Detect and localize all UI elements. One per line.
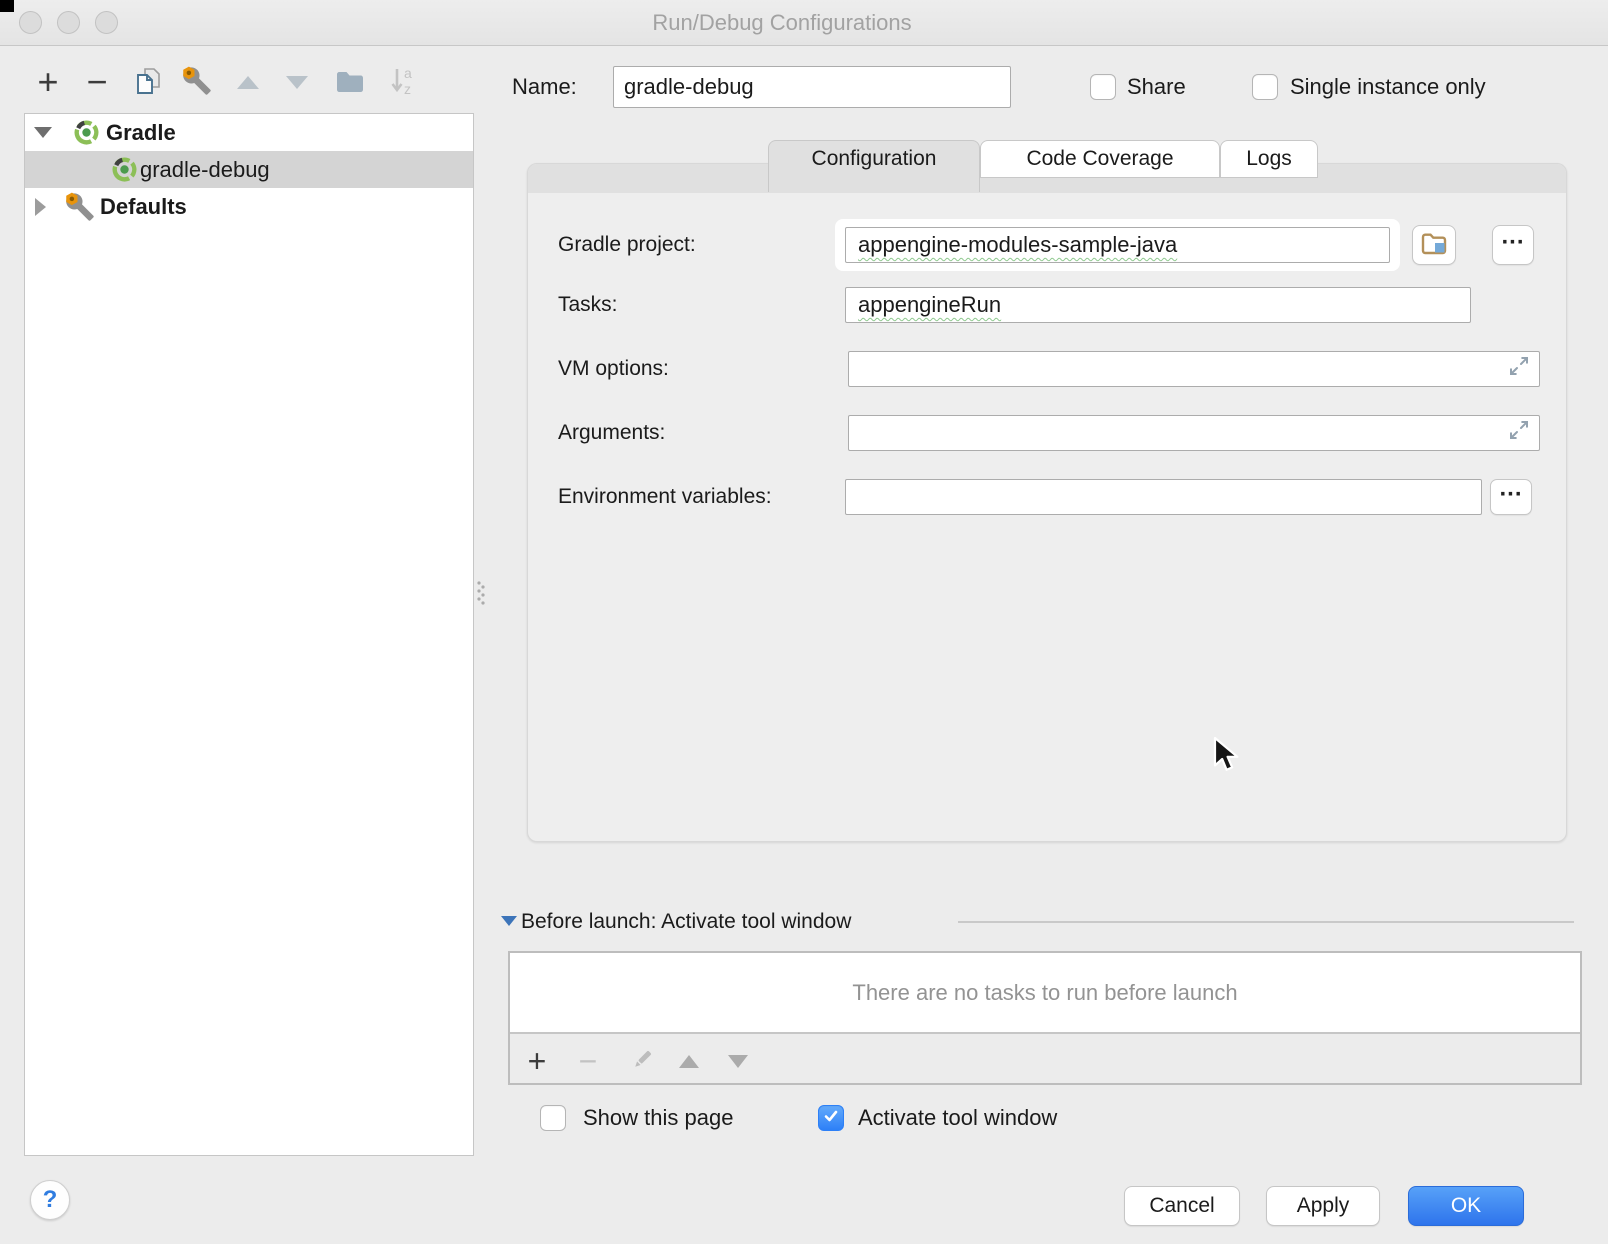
svg-text:a: a (404, 65, 412, 81)
move-down-button[interactable] (279, 64, 315, 100)
add-configuration-button[interactable]: + (30, 64, 66, 100)
wrench-icon (182, 66, 212, 99)
tasks-input[interactable]: appengineRun (845, 287, 1471, 323)
tree-item-defaults[interactable]: Defaults (25, 188, 473, 225)
wrench-icon (65, 192, 95, 222)
move-up-button[interactable] (230, 64, 266, 100)
splitter-handle[interactable] (475, 578, 487, 615)
activate-tool-window-checkbox[interactable] (818, 1105, 844, 1131)
move-task-up-button[interactable] (671, 1043, 707, 1079)
configurations-tree: Gradle gradle-debug (24, 113, 474, 1156)
arguments-input[interactable] (848, 415, 1540, 451)
before-launch-empty-area: There are no tasks to run before launch (510, 953, 1580, 1034)
ellipsis-icon: ... (1499, 475, 1522, 503)
svg-text:z: z (404, 81, 411, 97)
help-button[interactable]: ? (30, 1180, 70, 1220)
tab-label: Logs (1246, 147, 1292, 170)
show-this-page-label: Show this page (583, 1105, 733, 1131)
tab-label: Code Coverage (1026, 147, 1173, 170)
folder-icon (335, 68, 365, 97)
create-folder-button[interactable] (332, 64, 368, 100)
tasks-value: appengineRun (858, 292, 1001, 318)
tab-label: Configuration (812, 147, 937, 170)
single-instance-label: Single instance only (1290, 74, 1486, 100)
share-checkbox[interactable] (1090, 74, 1116, 100)
before-launch-empty-message: There are no tasks to run before launch (852, 980, 1237, 1006)
folder-browse-icon (1420, 231, 1448, 260)
remove-configuration-button[interactable]: − (79, 64, 115, 100)
expand-editor-icon[interactable] (1507, 418, 1531, 448)
share-label: Share (1127, 74, 1186, 100)
gradle-icon (73, 119, 100, 146)
sort-configurations-button[interactable]: a z (385, 64, 421, 100)
activate-tool-window-label: Activate tool window (858, 1105, 1057, 1131)
name-input[interactable] (613, 66, 1011, 108)
titlebar: Run/Debug Configurations (0, 0, 1608, 46)
ok-button[interactable]: OK (1408, 1186, 1524, 1226)
before-launch-title: Before launch: Activate tool window (521, 910, 851, 934)
environment-variables-label: Environment variables: (558, 484, 772, 510)
gradle-project-more-button[interactable]: ... (1492, 225, 1534, 265)
tree-item-label: Defaults (100, 194, 187, 220)
tree-item-gradle[interactable]: Gradle (25, 114, 473, 151)
tree-item-gradle-debug[interactable]: gradle-debug (25, 151, 473, 188)
pencil-icon (629, 1047, 655, 1076)
tab-code-coverage[interactable]: Code Coverage (980, 140, 1220, 178)
environment-variables-input[interactable] (845, 479, 1482, 515)
before-launch-collapse-icon[interactable] (501, 916, 517, 926)
arrow-up-icon (679, 1055, 699, 1068)
tasks-label: Tasks: (558, 292, 618, 318)
edit-defaults-button[interactable] (179, 64, 215, 100)
gradle-icon (111, 156, 138, 183)
window-title: Run/Debug Configurations (0, 0, 1564, 45)
run-debug-configurations-dialog: Run/Debug Configurations + − (0, 0, 1608, 1244)
expand-editor-icon[interactable] (1507, 354, 1531, 384)
browse-gradle-project-button[interactable] (1412, 225, 1456, 265)
ellipsis-icon: ... (1501, 223, 1524, 251)
question-mark-icon: ? (43, 1186, 58, 1214)
screen-corner-artifact (0, 0, 14, 12)
minus-icon: − (579, 1043, 598, 1079)
show-this-page-checkbox[interactable] (540, 1105, 566, 1131)
gradle-project-label: Gradle project: (558, 232, 696, 258)
copy-icon (134, 67, 162, 98)
apply-button[interactable]: Apply (1266, 1186, 1380, 1226)
chevron-collapsed-icon (35, 198, 46, 216)
cancel-button[interactable]: Cancel (1124, 1186, 1240, 1226)
add-task-button[interactable]: + (519, 1043, 555, 1079)
tab-logs[interactable]: Logs (1220, 140, 1318, 178)
chevron-expanded-icon (34, 127, 52, 138)
copy-configuration-button[interactable] (130, 64, 166, 100)
environment-variables-more-button[interactable]: ... (1490, 479, 1532, 515)
checkmark-icon (822, 1107, 840, 1130)
plus-icon: + (528, 1043, 547, 1079)
arrow-down-icon (728, 1055, 748, 1068)
gradle-project-input[interactable]: appengine-modules-sample-java (845, 227, 1390, 263)
gradle-project-value: appengine-modules-sample-java (858, 232, 1177, 258)
mouse-cursor (1213, 737, 1245, 778)
tree-item-label: gradle-debug (140, 157, 270, 183)
before-launch-divider (958, 921, 1574, 923)
move-task-down-button[interactable] (720, 1043, 756, 1079)
single-instance-checkbox[interactable] (1252, 74, 1278, 100)
minus-icon: − (86, 64, 107, 100)
edit-task-button[interactable] (624, 1043, 660, 1079)
remove-task-button[interactable]: − (570, 1043, 606, 1079)
tree-item-label: Gradle (106, 120, 176, 146)
vm-options-label: VM options: (558, 356, 669, 382)
arguments-label: Arguments: (558, 420, 665, 446)
tab-configuration[interactable]: Configuration (768, 140, 980, 192)
plus-icon: + (37, 64, 58, 100)
before-launch-task-list: There are no tasks to run before launch … (508, 951, 1582, 1085)
name-label: Name: (512, 74, 577, 100)
arrow-down-icon (286, 76, 308, 89)
sort-alphabetically-icon: a z (388, 65, 418, 100)
arrow-up-icon (237, 76, 259, 89)
vm-options-input[interactable] (848, 351, 1540, 387)
